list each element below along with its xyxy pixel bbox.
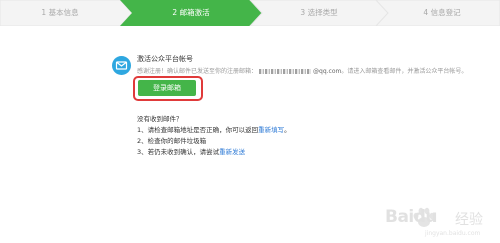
description-prefix: 感谢注册！确认邮件已发送至你的注册邮箱： xyxy=(137,68,258,75)
help-item-1-end: 。 xyxy=(284,126,291,134)
masked-email-account xyxy=(259,69,312,74)
help-item-3-text: 3、若仍未收到确认，请尝试 xyxy=(137,148,220,156)
refill-link[interactable]: 重新填写 xyxy=(258,126,284,134)
help-item-2: 2、检查你的邮件垃圾箱 xyxy=(137,135,206,145)
step-2-label: 2 邮箱激活 xyxy=(172,8,210,17)
step-3-label: 3 选择类型 xyxy=(300,8,338,17)
activation-description: 感谢注册！确认邮件已发送至你的注册邮箱： @qq.com。请进入邮箱查看邮件，并激… xyxy=(137,66,467,75)
step-progress-bar: 1 基本信息 2 邮箱激活 3 选择类型 4 信息登记 xyxy=(0,0,500,26)
help-title: 没有收到邮件？ xyxy=(137,115,183,123)
help-item-1-text: 1、请检查邮箱地址是否正确，你可以返回 xyxy=(137,126,259,134)
login-mailbox-button[interactable]: 登录邮箱 xyxy=(138,80,196,96)
email-domain: @qq.com xyxy=(313,68,342,75)
resend-link[interactable]: 重新发送 xyxy=(219,148,245,156)
step-4-label: 4 信息登记 xyxy=(423,8,461,17)
help-item-1: 1、请检查邮箱地址是否正确，你可以返回重新填写。 xyxy=(137,124,291,134)
baidu-jingyan-watermark: Baidu 经验 jingyan.baidu.com xyxy=(385,205,495,239)
watermark-url: jingyan.baidu.com xyxy=(425,230,481,237)
activation-title: 激活公众平台帐号 xyxy=(137,55,193,63)
description-suffix: 。请进入邮箱查看邮件，并激活公众平台帐号。 xyxy=(341,68,468,75)
help-item-2-text: 2、检查你的邮件垃圾箱 xyxy=(137,137,207,145)
watermark-cn: 经验 xyxy=(455,212,483,228)
step-1-label: 1 基本信息 xyxy=(41,8,79,17)
mail-icon xyxy=(112,56,131,75)
help-item-3: 3、若仍未收到确认，请尝试重新发送 xyxy=(137,146,245,156)
watermark-brand: Baidu xyxy=(385,207,438,227)
